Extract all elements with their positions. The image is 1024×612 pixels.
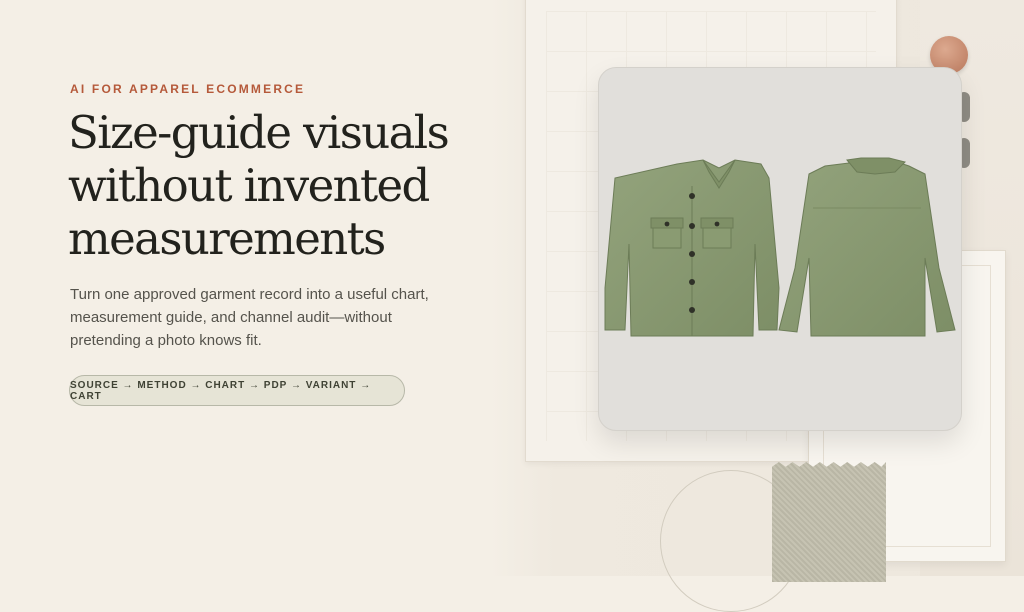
- shirt-back: [778, 157, 956, 337]
- headline-line: measurements: [68, 212, 386, 265]
- workflow-pill[interactable]: SOURCE → METHOD → CHART → PDP → VARIANT …: [69, 375, 405, 406]
- body-line: pretending a photo knows fit.: [70, 332, 262, 349]
- fabric-swatch: [772, 462, 886, 582]
- headline-line: without invented: [68, 159, 430, 212]
- product-image-card: [598, 67, 962, 431]
- headline-line: Size-guide visuals: [68, 106, 450, 159]
- body-line: Turn one approved garment record into a …: [70, 286, 429, 303]
- body-copy: Turn one approved garment record into a …: [70, 283, 450, 352]
- page-title: Size-guide visuals without invented meas…: [68, 106, 488, 265]
- body-line: measurement guide, and channel audit—wit…: [70, 309, 392, 326]
- eyebrow-label: AI FOR APPAREL ECOMMERCE: [70, 82, 306, 96]
- overshirt-illustration: [604, 157, 956, 337]
